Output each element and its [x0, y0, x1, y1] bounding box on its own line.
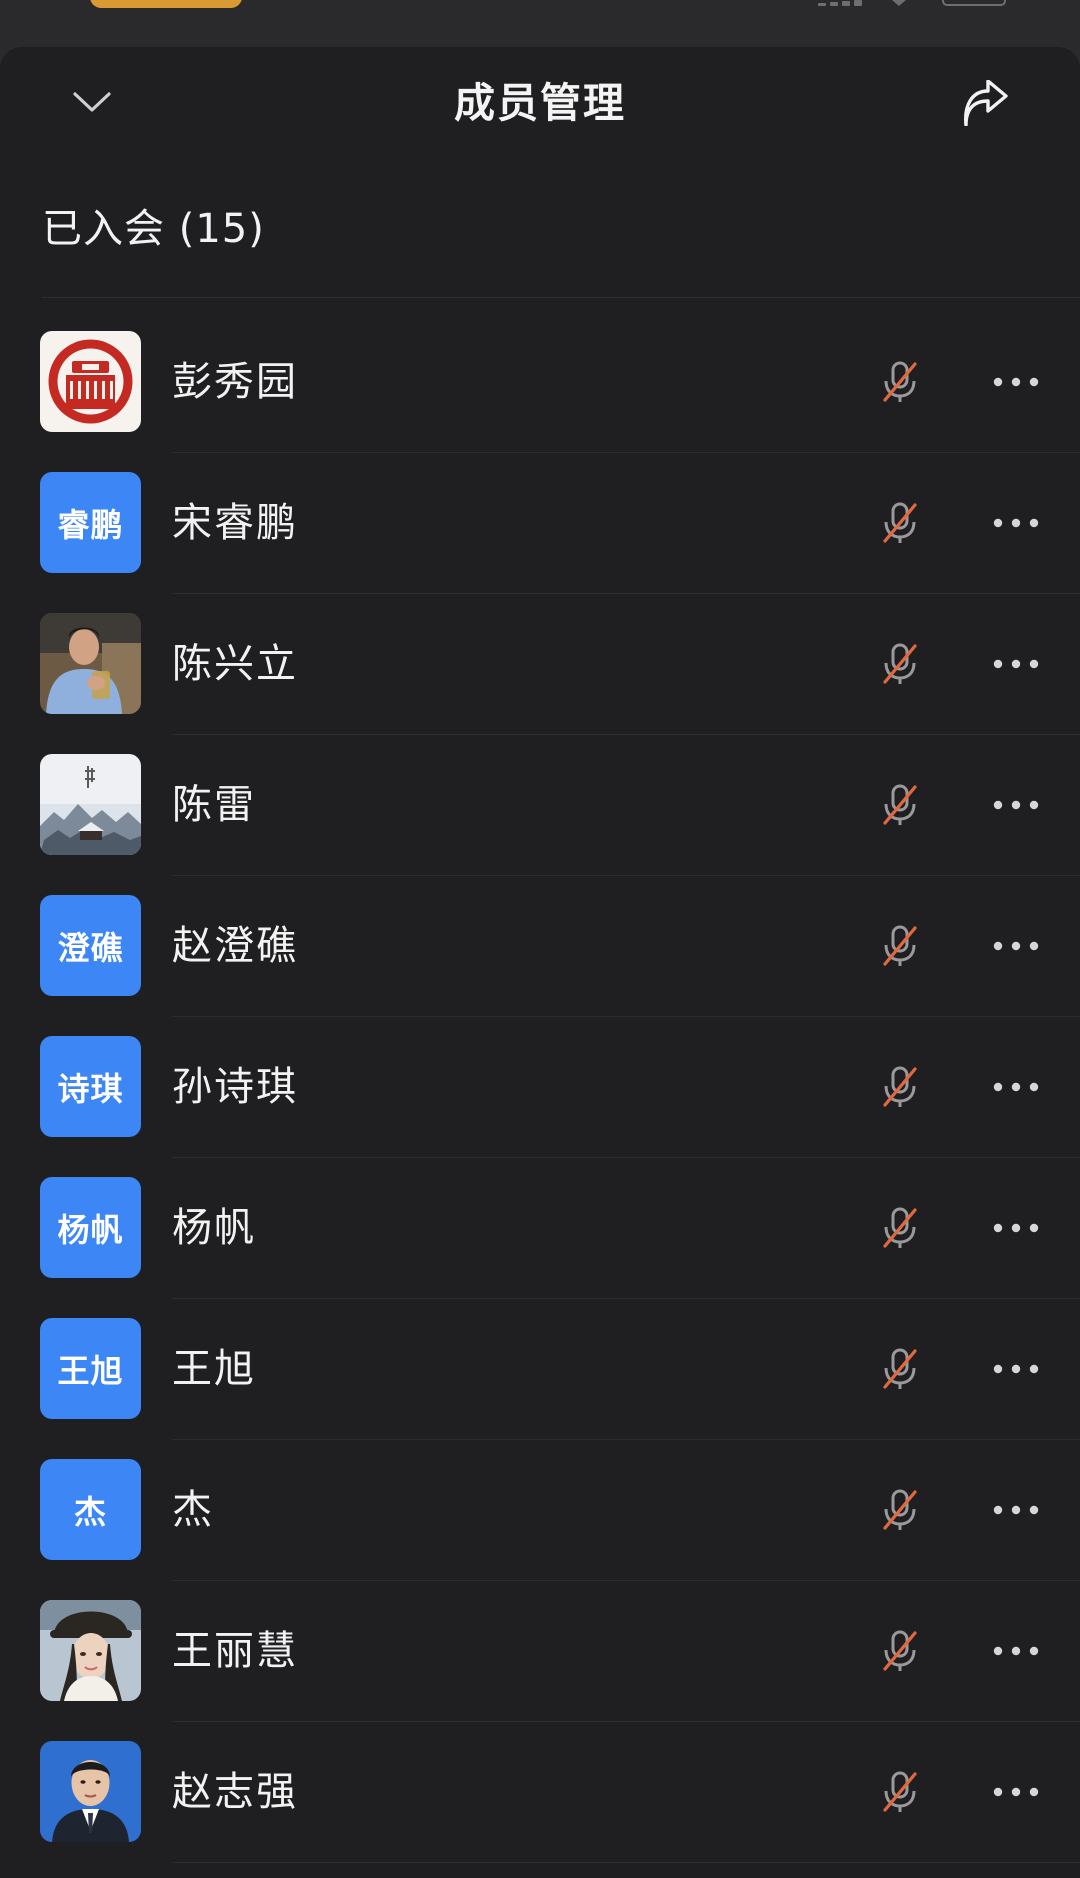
more-icon — [993, 1787, 1039, 1797]
muted-mic-icon — [883, 1630, 917, 1671]
member-name: 王旭 — [172, 1346, 256, 1392]
more-icon — [993, 377, 1039, 387]
share-arrow-icon — [964, 80, 1008, 126]
share-button[interactable] — [950, 73, 1020, 133]
mic-toggle-button[interactable] — [874, 1766, 926, 1818]
red-emblem-logo — [40, 331, 141, 432]
more-button[interactable] — [980, 779, 1052, 831]
mic-toggle-button[interactable] — [874, 1061, 926, 1113]
member-row[interactable]: 彭秀园 — [0, 312, 1080, 453]
wifi-icon — [892, 0, 906, 6]
muted-mic-icon — [883, 361, 917, 402]
member-name: 王丽慧 — [172, 1628, 298, 1674]
member-name: 宋睿鹏 — [172, 500, 298, 546]
avatar: 诗琪 — [40, 1036, 141, 1137]
muted-mic-icon — [883, 502, 917, 543]
more-icon — [993, 1223, 1039, 1233]
member-name: 赵澄礁 — [172, 923, 298, 969]
status-bar — [0, 0, 1080, 48]
more-button[interactable] — [980, 920, 1052, 972]
muted-mic-icon — [883, 1066, 917, 1107]
mic-toggle-button[interactable] — [874, 1484, 926, 1536]
more-icon — [993, 941, 1039, 951]
member-name: 彭秀园 — [172, 359, 298, 405]
member-row[interactable]: 王旭 王旭 — [0, 1299, 1080, 1440]
mic-toggle-button[interactable] — [874, 779, 926, 831]
member-name: 孙诗琪 — [172, 1064, 298, 1110]
joined-section-title: 已入会 (15) — [42, 206, 265, 252]
avatar: 澄礁 — [40, 895, 141, 996]
chevron-down-icon — [73, 92, 111, 112]
more-icon — [993, 1364, 1039, 1374]
more-icon — [993, 518, 1039, 528]
signal-icon — [818, 0, 866, 6]
more-button[interactable] — [980, 356, 1052, 408]
man-portrait-avatar — [40, 1741, 141, 1842]
more-button[interactable] — [980, 1625, 1052, 1677]
more-button[interactable] — [980, 1202, 1052, 1254]
member-list: 彭秀园 睿鹏 宋睿鹏 陈兴立 陈雷 澄礁 赵澄礁 诗琪 孙诗琪 杨帆 杨帆 王旭… — [0, 312, 1080, 1863]
member-row[interactable]: 杰 杰 — [0, 1440, 1080, 1581]
avatar — [40, 754, 141, 855]
mic-toggle-button[interactable] — [874, 356, 926, 408]
header: 成员管理 — [0, 47, 1080, 157]
mic-toggle-button[interactable] — [874, 1625, 926, 1677]
muted-mic-icon — [883, 1348, 917, 1389]
avatar — [40, 1741, 141, 1842]
more-icon — [993, 1082, 1039, 1092]
status-pill — [90, 0, 242, 8]
more-button[interactable] — [980, 497, 1052, 549]
muted-mic-icon — [883, 1771, 917, 1812]
muted-mic-icon — [883, 784, 917, 825]
mic-toggle-button[interactable] — [874, 1343, 926, 1395]
collapse-button[interactable] — [60, 77, 124, 127]
mic-toggle-button[interactable] — [874, 638, 926, 690]
member-row[interactable]: 澄礁 赵澄礁 — [0, 876, 1080, 1017]
woman-photo-avatar — [40, 1600, 141, 1701]
man-photo-avatar — [40, 613, 141, 714]
more-button[interactable] — [980, 638, 1052, 690]
avatar: 杨帆 — [40, 1177, 141, 1278]
member-name: 陈兴立 — [172, 641, 298, 687]
divider — [172, 1862, 1080, 1863]
member-row[interactable]: 诗琪 孙诗琪 — [0, 1017, 1080, 1158]
member-row[interactable]: 睿鹏 宋睿鹏 — [0, 453, 1080, 594]
more-button[interactable] — [980, 1484, 1052, 1536]
muted-mic-icon — [883, 1489, 917, 1530]
divider — [42, 297, 1080, 298]
avatar: 王旭 — [40, 1318, 141, 1419]
mic-toggle-button[interactable] — [874, 1202, 926, 1254]
battery-icon — [942, 0, 1006, 6]
avatar: 睿鹏 — [40, 472, 141, 573]
member-row[interactable]: 杨帆 杨帆 — [0, 1158, 1080, 1299]
muted-mic-icon — [883, 643, 917, 684]
more-button[interactable] — [980, 1061, 1052, 1113]
mic-toggle-button[interactable] — [874, 920, 926, 972]
snow-landscape-avatar — [40, 754, 141, 855]
member-row[interactable]: 王丽慧 — [0, 1581, 1080, 1722]
member-name: 杰 — [172, 1487, 214, 1533]
member-name: 陈雷 — [172, 782, 256, 828]
member-management-sheet: 成员管理 已入会 (15) 彭秀园 睿鹏 宋睿鹏 陈兴立 陈雷 澄礁 赵澄礁 诗… — [0, 47, 1080, 1878]
member-name: 赵志强 — [172, 1769, 298, 1815]
more-icon — [993, 659, 1039, 669]
muted-mic-icon — [883, 1207, 917, 1248]
member-row[interactable]: 陈雷 — [0, 735, 1080, 876]
member-row[interactable]: 赵志强 — [0, 1722, 1080, 1863]
avatar — [40, 1600, 141, 1701]
page-title: 成员管理 — [454, 79, 626, 127]
avatar: 杰 — [40, 1459, 141, 1560]
more-icon — [993, 800, 1039, 810]
member-row[interactable]: 陈兴立 — [0, 594, 1080, 735]
avatar — [40, 331, 141, 432]
member-name: 杨帆 — [172, 1205, 256, 1251]
more-icon — [993, 1505, 1039, 1515]
avatar — [40, 613, 141, 714]
mic-toggle-button[interactable] — [874, 497, 926, 549]
more-button[interactable] — [980, 1343, 1052, 1395]
more-icon — [993, 1646, 1039, 1656]
muted-mic-icon — [883, 925, 917, 966]
more-button[interactable] — [980, 1766, 1052, 1818]
